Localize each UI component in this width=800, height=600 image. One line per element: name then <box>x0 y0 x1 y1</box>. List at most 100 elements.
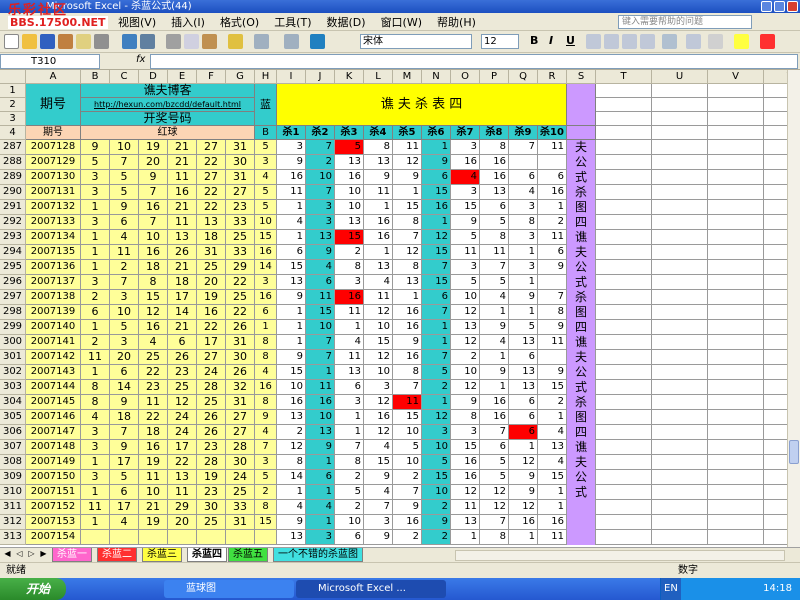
kill-cell[interactable]: 12 <box>451 485 480 500</box>
red-ball-cell[interactable]: 6 <box>110 215 139 230</box>
kill-cell[interactable]: 7 <box>422 350 451 365</box>
blue-ball-cell[interactable]: 3 <box>255 155 277 170</box>
kill-cell[interactable]: 15 <box>422 185 451 200</box>
red-ball-cell[interactable]: 3 <box>81 470 110 485</box>
column-header[interactable]: G <box>226 70 255 84</box>
kill-cell[interactable]: 1 <box>277 200 306 215</box>
red-ball-cell[interactable]: 1 <box>81 260 110 275</box>
empty-cell[interactable] <box>596 185 652 200</box>
kill-cell[interactable]: 9 <box>277 350 306 365</box>
spreadsheet-grid[interactable]: ABCDEFGHIJKLMNOPQRSTUVW1234期号谯夫博客http://… <box>0 70 787 547</box>
red-ball-cell[interactable]: 23 <box>226 200 255 215</box>
kill-cell[interactable]: 11 <box>393 140 422 155</box>
red-ball-cell[interactable]: 8 <box>81 395 110 410</box>
empty-cell[interactable] <box>652 84 708 98</box>
column-header[interactable]: B <box>81 70 110 84</box>
empty-cell[interactable] <box>596 410 652 425</box>
red-ball-cell[interactable]: 4 <box>110 230 139 245</box>
row-header[interactable]: 307 <box>0 440 26 455</box>
kill-cell[interactable]: 9 <box>509 485 538 500</box>
red-ball-cell[interactable]: 10 <box>110 305 139 320</box>
kill-cell[interactable]: 12 <box>451 380 480 395</box>
red-ball-cell[interactable]: 26 <box>226 320 255 335</box>
kill-cell[interactable]: 10 <box>335 200 364 215</box>
tab-first-arrow[interactable]: ◀ <box>2 549 13 558</box>
blue-ball-cell[interactable]: 1 <box>255 320 277 335</box>
row-header[interactable]: 4 <box>0 126 26 140</box>
row-header[interactable]: 306 <box>0 425 26 440</box>
red-ball-cell[interactable]: 8 <box>139 275 168 290</box>
red-ball-cell[interactable]: 20 <box>168 515 197 530</box>
empty-cell[interactable] <box>764 275 787 290</box>
kill-cell[interactable]: 13 <box>306 230 335 245</box>
kill-cell[interactable]: 3 <box>306 530 335 545</box>
red-ball-cell[interactable]: 5 <box>110 320 139 335</box>
kill-cell[interactable]: 7 <box>364 500 393 515</box>
blue-ball-cell[interactable]: 7 <box>255 440 277 455</box>
empty-cell[interactable] <box>652 395 708 410</box>
row-header[interactable]: 313 <box>0 530 26 545</box>
kill-cell[interactable]: 1 <box>509 440 538 455</box>
kill-cell[interactable]: 1 <box>480 350 509 365</box>
blue-ball-cell[interactable]: 6 <box>255 305 277 320</box>
period-cell[interactable]: 2007150 <box>26 470 81 485</box>
red-ball-cell[interactable]: 14 <box>168 305 197 320</box>
kill-cell[interactable]: 11 <box>364 185 393 200</box>
kill-cell[interactable]: 13 <box>393 275 422 290</box>
row-header[interactable]: 290 <box>0 185 26 200</box>
kill-cell[interactable]: 16 <box>335 290 364 305</box>
period-cell[interactable]: 2007142 <box>26 350 81 365</box>
red-ball-cell[interactable]: 19 <box>139 455 168 470</box>
red-ball-cell[interactable]: 24 <box>226 470 255 485</box>
kill-cell[interactable]: 4 <box>277 500 306 515</box>
empty-cell[interactable] <box>652 200 708 215</box>
empty-cell[interactable] <box>596 350 652 365</box>
kill-cell[interactable]: 2 <box>538 215 567 230</box>
empty-cell[interactable] <box>596 230 652 245</box>
kill-cell[interactable]: 3 <box>509 200 538 215</box>
kill-cell[interactable]: 9 <box>509 470 538 485</box>
kill-cell[interactable]: 5 <box>335 485 364 500</box>
kill-cell[interactable]: 12 <box>364 395 393 410</box>
kill-cell[interactable]: 1 <box>538 485 567 500</box>
column-header[interactable]: U <box>652 70 708 84</box>
tab-sheet-5[interactable]: 杀蓝五 <box>228 548 268 562</box>
red-ball-cell[interactable]: 21 <box>168 260 197 275</box>
red-ball-cell[interactable]: 11 <box>139 395 168 410</box>
red-ball-cell[interactable]: 9 <box>110 200 139 215</box>
red-ball-cell[interactable]: 1 <box>81 200 110 215</box>
red-ball-cell[interactable]: 5 <box>81 155 110 170</box>
kill-cell[interactable]: 14 <box>277 470 306 485</box>
empty-cell[interactable] <box>596 380 652 395</box>
kill-cell[interactable]: 2 <box>335 245 364 260</box>
kill-cell[interactable]: 9 <box>509 290 538 305</box>
red-ball-cell[interactable]: 25 <box>226 485 255 500</box>
red-ball-cell[interactable]: 7 <box>110 275 139 290</box>
kill-cell[interactable]: 9 <box>277 290 306 305</box>
kill-cell[interactable]: 10 <box>335 185 364 200</box>
empty-cell[interactable] <box>596 455 652 470</box>
kill-cell[interactable]: 15 <box>306 305 335 320</box>
empty-cell[interactable] <box>708 230 764 245</box>
red-ball-cell[interactable]: 33 <box>226 215 255 230</box>
column-header[interactable]: N <box>422 70 451 84</box>
red-ball-cell[interactable]: 12 <box>168 395 197 410</box>
kill-cell[interactable]: 6 <box>422 290 451 305</box>
red-ball-cell[interactable]: 2 <box>81 335 110 350</box>
empty-cell[interactable] <box>708 530 764 545</box>
kill-cell[interactable]: 11 <box>451 245 480 260</box>
red-ball-cell[interactable]: 19 <box>197 470 226 485</box>
kill-cell[interactable]: 7 <box>480 515 509 530</box>
kill-cell[interactable]: 7 <box>306 140 335 155</box>
red-ball-cell[interactable]: 26 <box>197 410 226 425</box>
red-ball-cell[interactable]: 27 <box>226 425 255 440</box>
kill-cell[interactable]: 3 <box>451 425 480 440</box>
kill-cell[interactable]: 10 <box>393 425 422 440</box>
empty-cell[interactable] <box>652 380 708 395</box>
kill-cell[interactable]: 3 <box>509 260 538 275</box>
empty-cell[interactable] <box>652 305 708 320</box>
kill-cell[interactable]: 8 <box>538 305 567 320</box>
blue-ball-cell[interactable]: 14 <box>255 260 277 275</box>
kill-cell[interactable]: 15 <box>335 230 364 245</box>
empty-cell[interactable] <box>764 350 787 365</box>
